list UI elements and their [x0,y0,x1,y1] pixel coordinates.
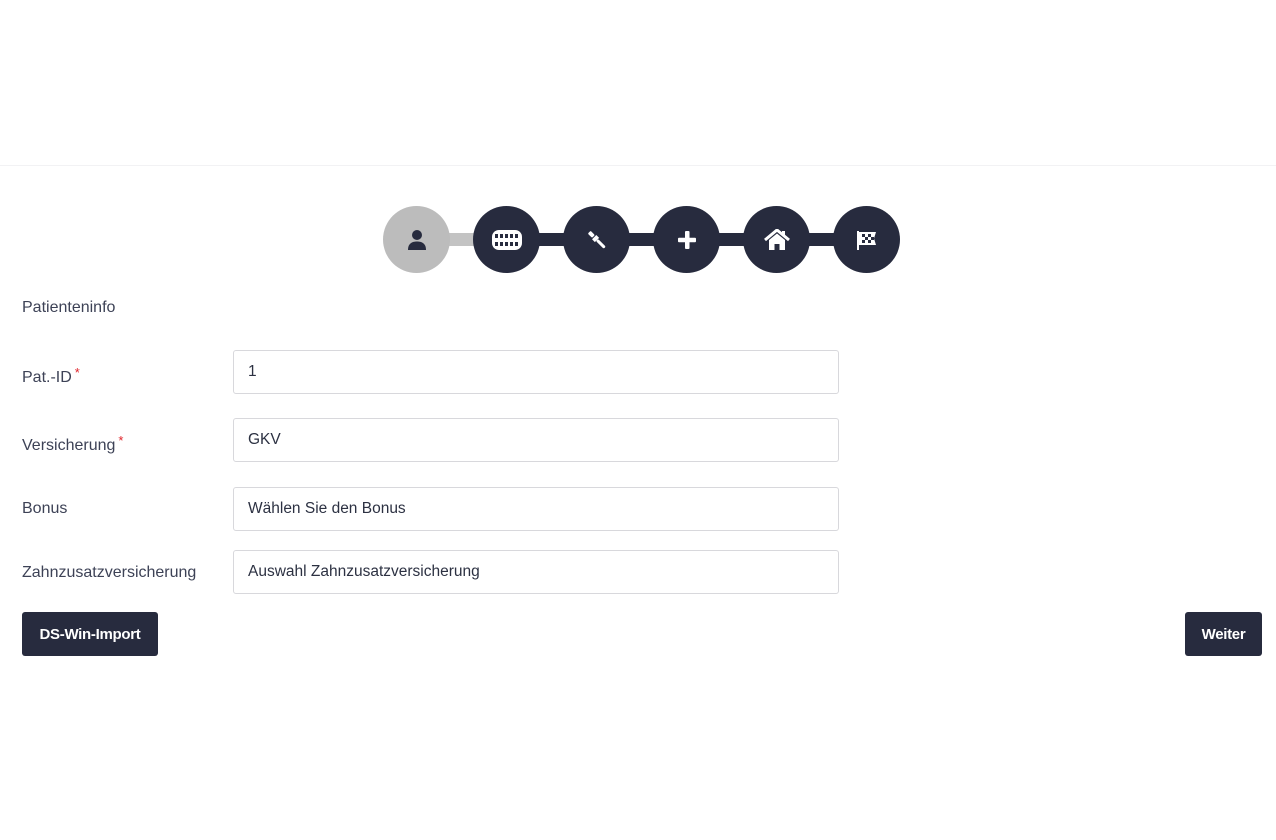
progress-stepper [383,206,901,273]
required-marker: * [74,365,80,380]
pat-id-field[interactable]: 1 [233,350,839,394]
step-home[interactable] [743,206,810,273]
supplementary-insurance-label: Zahnzusatzversicherung [22,564,196,582]
plus-icon [677,230,696,249]
bonus-value: Wählen Sie den Bonus [248,500,406,517]
step-treatment[interactable] [563,206,630,273]
pat-id-label: Pat.-ID * [22,365,80,387]
insurance-label-text: Versicherung [22,437,116,454]
ds-win-import-button[interactable]: DS-Win-Import [22,612,158,656]
required-marker: * [118,433,124,448]
step-teeth[interactable] [473,206,540,273]
pat-id-value: 1 [248,363,257,380]
supplementary-insurance-select[interactable]: Auswahl Zahnzusatzversicherung [233,550,839,594]
bonus-select[interactable]: Wählen Sie den Bonus [233,487,839,531]
insurance-label: Versicherung * [22,433,123,455]
step-patient[interactable] [383,206,450,273]
dental-tool-icon [587,230,605,248]
checkered-flag-icon [856,230,876,250]
home-icon [763,228,790,250]
next-button[interactable]: Weiter [1185,612,1262,656]
section-title: Patienteninfo [22,299,116,316]
bonus-label: Bonus [22,500,67,518]
bonus-label-text: Bonus [22,500,68,517]
teeth-icon [491,229,522,250]
insurance-value: GKV [248,431,281,448]
supplementary-insurance-label-text: Zahnzusatzversicherung [22,564,197,581]
user-icon [407,229,426,250]
insurance-select[interactable]: GKV [233,418,839,462]
step-finish[interactable] [833,206,900,273]
pat-id-label-text: Pat.-ID [22,369,72,386]
top-banner [0,0,1276,166]
step-additional[interactable] [653,206,720,273]
supplementary-insurance-value: Auswahl Zahnzusatzversicherung [248,563,480,580]
